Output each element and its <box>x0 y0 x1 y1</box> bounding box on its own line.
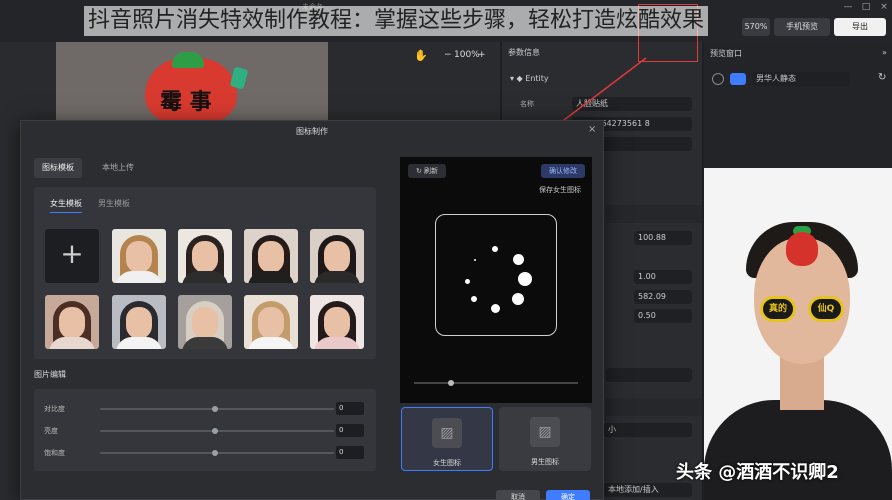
image-placeholder-icon: ▨ <box>432 418 462 448</box>
template-thumbnail[interactable] <box>178 229 232 283</box>
female-icon-label: 女生图标 <box>433 459 461 467</box>
loading-dot <box>518 272 532 286</box>
confirm-edit-button[interactable]: 确认修改 <box>541 164 585 178</box>
male-icon-label: 男生图标 <box>531 458 559 466</box>
refresh-icon: ↻ <box>415 167 422 175</box>
refresh-button[interactable]: ↻ 刷新 <box>408 164 446 178</box>
template-thumbnail[interactable] <box>178 295 232 349</box>
brightness-value[interactable]: 0 <box>336 424 364 437</box>
article-title: 抖音照片消失特效制作教程：掌握这些步骤，轻松打造炫酷效果 <box>84 6 709 36</box>
subtab-male-template[interactable]: 男生模板 <box>98 198 130 209</box>
female-icon-card[interactable]: ▨ 女生图标 <box>401 407 493 471</box>
saturation-slider-thumb[interactable] <box>212 450 218 456</box>
loading-dot <box>491 304 500 313</box>
brightness-slider-thumb[interactable] <box>212 428 218 434</box>
loading-dot <box>471 296 477 302</box>
brightness-label: 亮度 <box>44 427 58 435</box>
tab-local-upload[interactable]: 本地上传 <box>94 158 142 178</box>
dialog-close-button[interactable]: × <box>588 124 596 135</box>
saturation-value[interactable]: 0 <box>336 446 364 459</box>
tab-icon-template[interactable]: 图标模板 <box>34 158 82 178</box>
subtab-female-template[interactable]: 女生模板 <box>50 198 82 213</box>
male-icon-card[interactable]: ▨ 男生图标 <box>499 407 591 471</box>
template-thumbnail[interactable] <box>45 295 99 349</box>
template-thumbnail[interactable] <box>244 229 298 283</box>
template-thumbnail[interactable] <box>310 295 364 349</box>
template-thumbnail[interactable] <box>310 229 364 283</box>
contrast-slider-thumb[interactable] <box>212 406 218 412</box>
contrast-label: 对比度 <box>44 405 65 413</box>
screenshot-root: 未命名 570% 手机预览 导出 — □ × 霉 事 ✋ − 100% + 参数… <box>0 0 892 500</box>
loading-dot <box>474 259 476 261</box>
stage-slider-thumb[interactable] <box>448 380 454 386</box>
dialog-title: 图标制作 <box>296 127 328 136</box>
template-thumbnail[interactable] <box>244 295 298 349</box>
add-template-button[interactable]: + <box>45 229 99 283</box>
loading-dot <box>513 254 524 265</box>
save-female-icon-button[interactable]: 保存女生图标 <box>539 185 581 195</box>
icon-frame <box>435 214 557 336</box>
ok-button[interactable]: 确定 <box>546 490 590 500</box>
image-edit-title: 图片编辑 <box>34 370 66 379</box>
loading-dot <box>492 246 498 252</box>
stage-slider[interactable] <box>414 382 578 384</box>
cancel-button[interactable]: 取消 <box>496 490 540 500</box>
saturation-label: 饱和度 <box>44 449 65 457</box>
image-placeholder-icon: ▨ <box>530 417 560 447</box>
contrast-value[interactable]: 0 <box>336 402 364 415</box>
loading-dot <box>512 293 524 305</box>
refresh-label: 刷新 <box>424 167 439 175</box>
template-thumbnail[interactable] <box>112 295 166 349</box>
template-thumbnail[interactable] <box>112 229 166 283</box>
loading-dot <box>465 279 470 284</box>
